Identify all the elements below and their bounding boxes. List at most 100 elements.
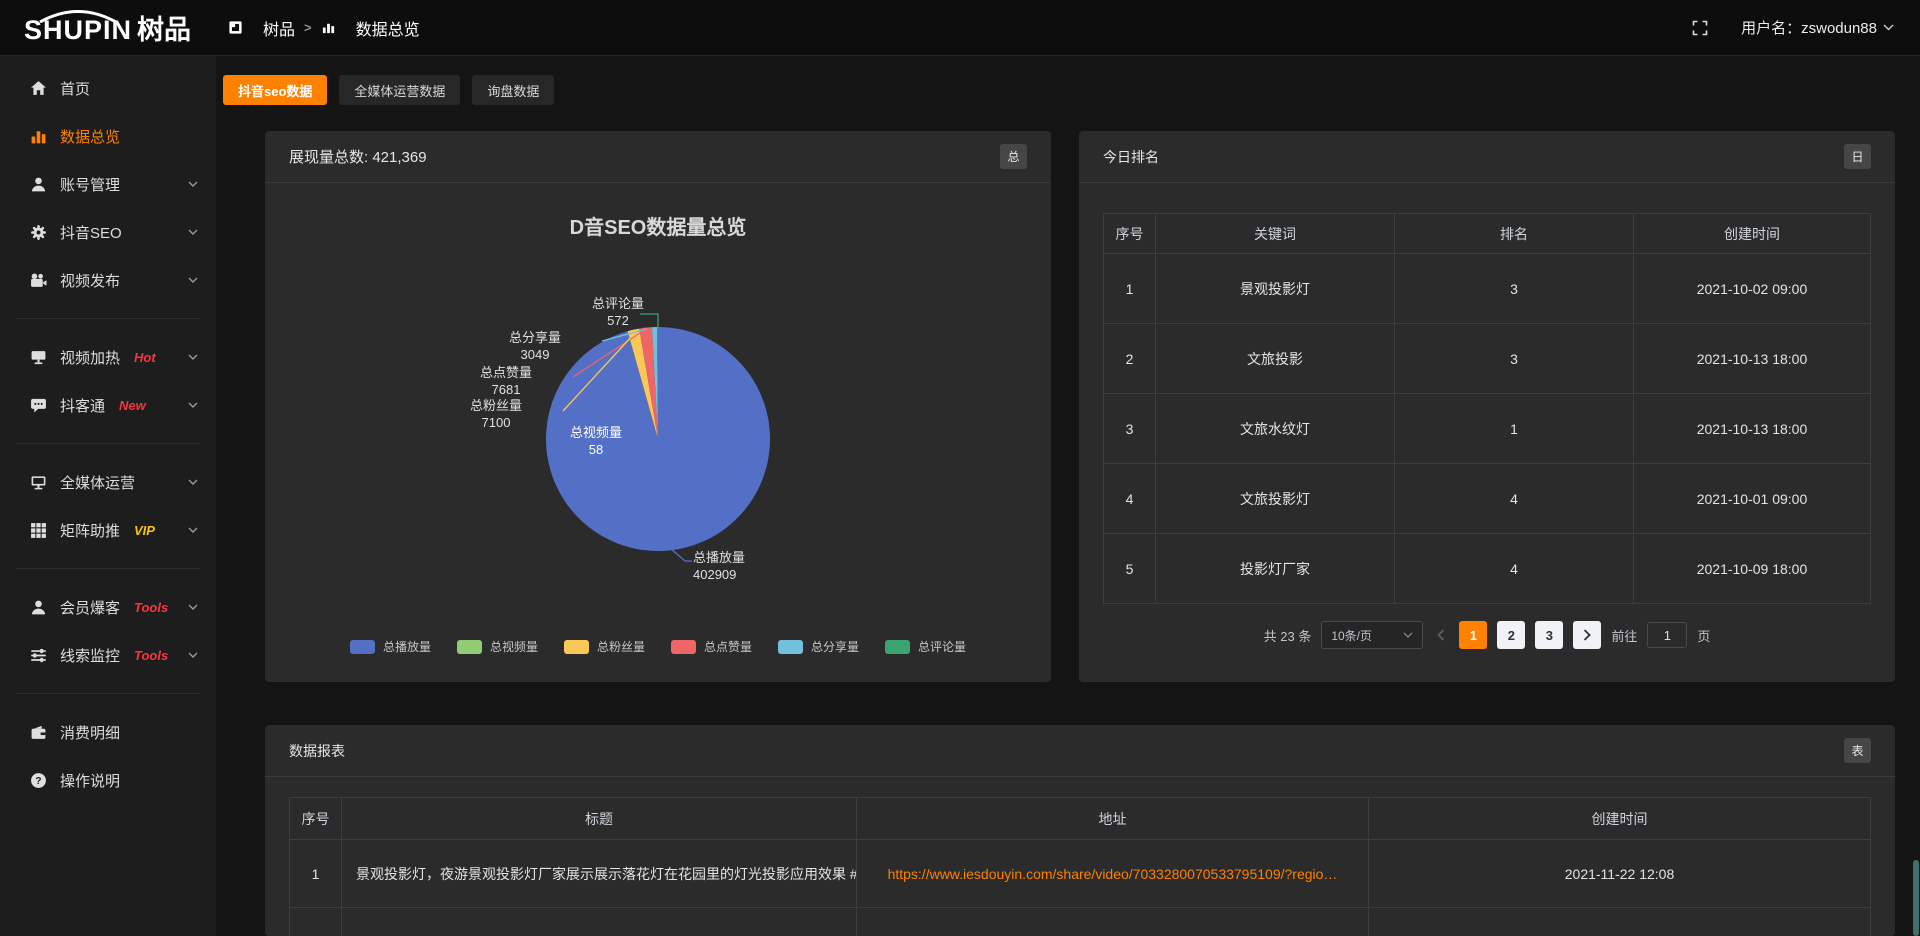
table-row[interactable]: 1 景观投影灯，夜游景观投影灯厂家展示展示落花灯在花园里的灯光投影应用效果 # …: [290, 840, 1871, 908]
chevron-down-icon: [188, 527, 198, 533]
sidebar-item-douketong[interactable]: 抖客通 New: [0, 381, 216, 429]
pie-label-value: 7681: [441, 381, 571, 398]
chevron-down-icon: [188, 229, 198, 235]
pie-label-name: 总评论量: [553, 295, 683, 312]
legend-item-plays[interactable]: 总播放量: [350, 638, 431, 655]
cell-created: 2021-11-22 12:08: [1369, 840, 1871, 908]
scrollbar-thumb[interactable]: [1913, 860, 1919, 936]
tools-badge: Tools: [134, 648, 168, 663]
sidebar-item-label: 首页: [60, 78, 90, 99]
table-row[interactable]: 1 景观投影灯 3 2021-10-02 09:00: [1104, 254, 1871, 324]
legend-item-likes[interactable]: 总点赞量: [671, 638, 752, 655]
cell-rank: 4: [1395, 464, 1634, 534]
legend-label: 总视频量: [490, 638, 538, 655]
page-button-2[interactable]: 2: [1497, 621, 1525, 649]
legend-swatch: [885, 640, 910, 654]
table-view-button[interactable]: 表: [1844, 738, 1871, 763]
sidebar-item-consumption[interactable]: 消费明细: [0, 708, 216, 756]
page-button-3[interactable]: 3: [1535, 621, 1563, 649]
cell-title: 景观投影灯，夜游景观投影灯厂家展示展示落花灯在花园里的灯光投影应用效果 #: [342, 840, 857, 908]
legend-swatch: [671, 640, 696, 654]
user-menu[interactable]: 用户名：zswodun88: [1741, 17, 1894, 38]
legend-label: 总分享量: [811, 638, 859, 655]
home-icon: [30, 80, 47, 97]
pie-label-name: 总视频量: [531, 424, 661, 441]
page-button-1[interactable]: 1: [1459, 621, 1487, 649]
next-page-button[interactable]: [1573, 621, 1601, 649]
user-icon: [30, 599, 47, 616]
report-table-header-row: 序号 标题 地址 创建时间: [290, 798, 1871, 840]
legend-label: 总评论量: [918, 638, 966, 655]
sidebar-item-matrix-boost[interactable]: 矩阵助推 VIP: [0, 506, 216, 554]
sidebar-item-label: 会员爆客: [60, 597, 120, 618]
cell-rank: 1: [1395, 394, 1634, 464]
legend-item-fans[interactable]: 总粉丝量: [564, 638, 645, 655]
chat-icon: [30, 397, 47, 414]
sidebar-divider: [16, 693, 200, 694]
sidebar-item-account[interactable]: 账号管理: [0, 160, 216, 208]
total-view-button[interactable]: 总: [1000, 144, 1027, 169]
topbar: SHUPIN 树品 树品 > 数据总览 用户名：zswodun88: [0, 0, 1920, 56]
sidebar-item-member-baoke[interactable]: 会员爆客 Tools: [0, 583, 216, 631]
sidebar: 首页 数据总览 账号管理 抖音SEO 视频发布 视频加热 Hot: [0, 56, 216, 936]
pie-label-value: 58: [531, 441, 661, 458]
hot-badge: Hot: [134, 350, 156, 365]
legend-item-shares[interactable]: 总分享量: [778, 638, 859, 655]
logo-arc-icon: [38, 9, 118, 23]
breadcrumb-label: 树品: [263, 16, 295, 40]
pie-chart: D音SEO数据量总览 总评论量 572 总分享量 3049 总点赞量 7681 …: [265, 183, 1051, 681]
chevron-down-icon: [188, 652, 198, 658]
cell-index: 5: [1104, 534, 1156, 604]
video-link[interactable]: https://www.iesdouyin.com/share/video/70…: [888, 866, 1338, 882]
goto-page-input[interactable]: [1647, 622, 1687, 648]
chevron-left-icon: [1437, 629, 1445, 641]
col-created: 创建时间: [1634, 214, 1871, 254]
page-size-select[interactable]: 10条/页: [1321, 621, 1423, 649]
goto-suffix-label: 页: [1697, 626, 1710, 645]
tab-douyin-seo-data[interactable]: 抖音seo数据: [223, 75, 327, 105]
sidebar-item-douyin-seo[interactable]: 抖音SEO: [0, 208, 216, 256]
sidebar-item-label: 消费明细: [60, 722, 120, 743]
sidebar-item-data-overview[interactable]: 数据总览: [0, 112, 216, 160]
legend-item-comments[interactable]: 总评论量: [885, 638, 966, 655]
sidebar-item-label: 线索监控: [60, 645, 120, 666]
sidebar-item-omnimedia[interactable]: 全媒体运营: [0, 458, 216, 506]
sidebar-item-video-heat[interactable]: 视频加热 Hot: [0, 333, 216, 381]
table-row[interactable]: 4 文旅投影灯 4 2021-10-01 09:00: [1104, 464, 1871, 534]
sidebar-item-label: 操作说明: [60, 770, 120, 791]
legend-swatch: [564, 640, 589, 654]
goto-label: 前往: [1611, 626, 1637, 645]
cell-keyword: 文旅水纹灯: [1156, 394, 1395, 464]
chevron-down-icon: [188, 277, 198, 283]
new-badge: New: [119, 398, 146, 413]
cell-rank: 3: [1395, 324, 1634, 394]
table-row[interactable]: 3 文旅水纹灯 1 2021-10-13 18:00: [1104, 394, 1871, 464]
monitor-icon: [30, 474, 47, 491]
tab-inquiry-data[interactable]: 询盘数据: [472, 75, 554, 105]
day-view-button[interactable]: 日: [1844, 144, 1871, 169]
legend-label: 总播放量: [383, 638, 431, 655]
breadcrumb-item-current[interactable]: 数据总览: [321, 16, 420, 40]
sidebar-divider: [16, 443, 200, 444]
question-circle-icon: ?: [30, 772, 47, 789]
fullscreen-icon[interactable]: [1692, 20, 1708, 36]
pie-label-value: 572: [553, 312, 683, 329]
sidebar-item-home[interactable]: 首页: [0, 64, 216, 112]
table-row[interactable]: 2 文旅投影 3 2021-10-13 18:00: [1104, 324, 1871, 394]
prev-page-button[interactable]: [1433, 629, 1449, 641]
table-row[interactable]: 5 投影灯厂家 4 2021-10-09 18:00: [1104, 534, 1871, 604]
tab-omnimedia-data[interactable]: 全媒体运营数据: [339, 75, 460, 105]
vertical-scrollbar[interactable]: [1912, 56, 1920, 936]
sidebar-item-instructions[interactable]: ? 操作说明: [0, 756, 216, 804]
report-card-title: 数据报表: [289, 741, 345, 761]
pie-label-value: 402909: [693, 566, 823, 583]
app-logo[interactable]: SHUPIN 树品: [0, 8, 216, 47]
bar-chart-icon: [321, 20, 336, 35]
logo-text-cn: 树品: [137, 8, 191, 47]
chevron-down-icon: [188, 479, 198, 485]
sidebar-item-video-publish[interactable]: 视频发布: [0, 256, 216, 304]
sidebar-item-clue-monitor[interactable]: 线索监控 Tools: [0, 631, 216, 679]
breadcrumb-item-home[interactable]: 树品: [228, 16, 295, 40]
legend-item-videos[interactable]: 总视频量: [457, 638, 538, 655]
sliders-icon: [30, 647, 47, 664]
